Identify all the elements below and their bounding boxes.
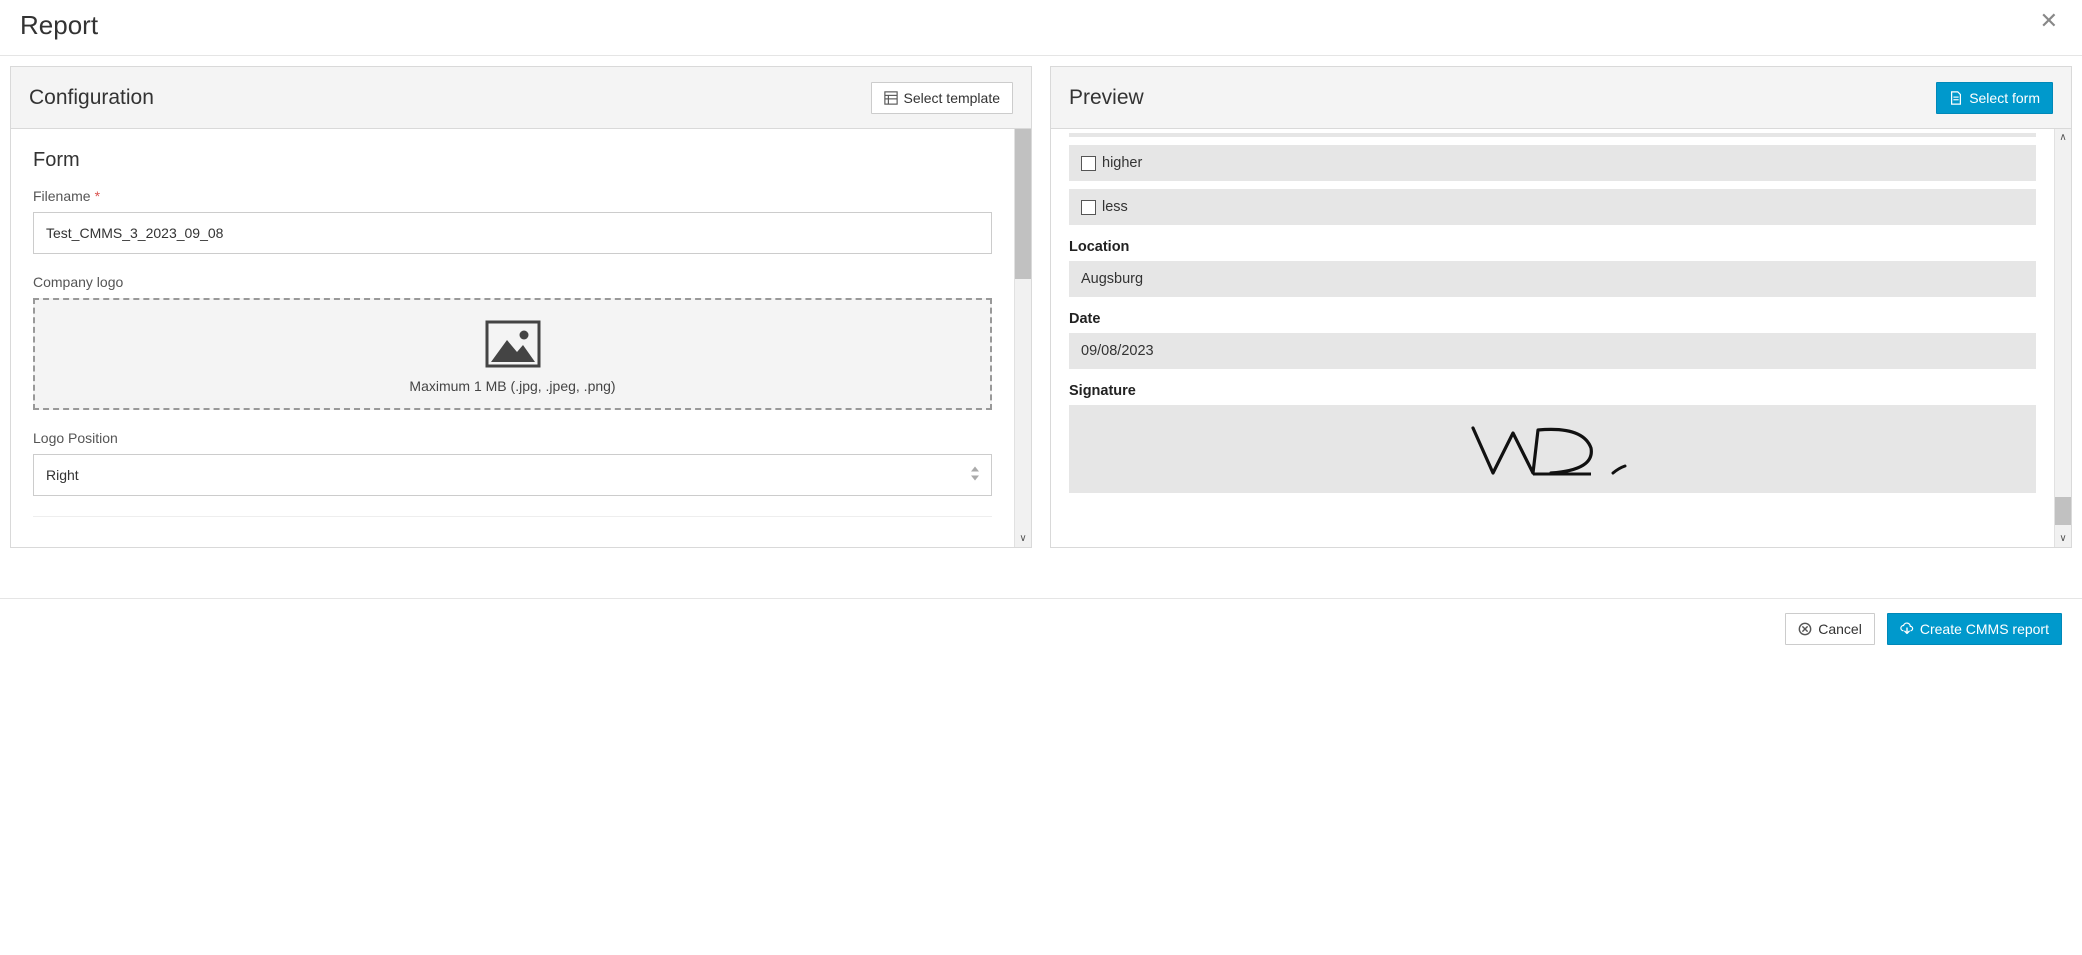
checkbox-row-less[interactable]: less — [1069, 189, 2036, 225]
select-template-button[interactable]: Select template — [871, 82, 1014, 114]
select-form-label: Select form — [1969, 90, 2040, 106]
download-cloud-icon — [1900, 622, 1914, 636]
filename-label: Filename* — [33, 188, 992, 204]
location-label: Location — [1069, 239, 2036, 255]
preview-panel: Preview Select form higher — [1050, 66, 2072, 548]
preview-title: Preview — [1069, 86, 1144, 110]
checkbox-higher-label: higher — [1102, 155, 1142, 171]
image-placeholder-icon — [483, 318, 543, 370]
location-value-row: Augsburg — [1069, 261, 2036, 297]
date-label: Date — [1069, 311, 2036, 327]
logo-position-select[interactable] — [33, 454, 992, 496]
signature-box — [1069, 405, 2036, 493]
signature-label: Signature — [1069, 383, 2036, 399]
modal-footer: Cancel Create CMMS report — [0, 598, 2082, 659]
checkbox-icon[interactable] — [1081, 200, 1096, 215]
modal-body: Configuration Select template Form Filen… — [0, 56, 2082, 558]
template-icon — [884, 91, 898, 105]
company-logo-field: Company logo Maximum 1 MB (.jpg, .jpeg, … — [33, 274, 992, 410]
filename-field: Filename* — [33, 188, 992, 254]
modal-header: Report ✕ — [0, 0, 2082, 56]
scroll-up-icon[interactable]: ∧ — [2055, 129, 2071, 146]
signature-scribble-icon — [1463, 418, 1643, 488]
cancel-label: Cancel — [1818, 621, 1862, 637]
preview-row-cutoff — [1069, 133, 2036, 137]
date-value-row: 09/08/2023 — [1069, 333, 2036, 369]
location-value: Augsburg — [1081, 271, 1143, 287]
dropzone-hint: Maximum 1 MB (.jpg, .jpeg, .png) — [45, 378, 980, 394]
configuration-title: Configuration — [29, 86, 154, 110]
company-logo-label: Company logo — [33, 274, 992, 290]
checkbox-row-higher[interactable]: higher — [1069, 145, 2036, 181]
scrollbar-thumb[interactable] — [2055, 497, 2071, 525]
form-section-title: Form — [33, 149, 992, 172]
date-value: 09/08/2023 — [1081, 343, 1154, 359]
scroll-down-icon[interactable]: ∨ — [1015, 530, 1031, 547]
company-logo-dropzone[interactable]: Maximum 1 MB (.jpg, .jpeg, .png) — [33, 298, 992, 410]
select-template-label: Select template — [904, 90, 1001, 106]
checkbox-icon[interactable] — [1081, 156, 1096, 171]
create-report-button[interactable]: Create CMMS report — [1887, 613, 2062, 645]
configuration-scrollbar[interactable]: ∧ ∨ — [1014, 129, 1031, 547]
modal-title: Report — [20, 10, 98, 41]
create-report-label: Create CMMS report — [1920, 621, 2049, 637]
required-indicator: * — [95, 188, 100, 204]
select-form-button[interactable]: Select form — [1936, 82, 2053, 114]
checkbox-less-label: less — [1102, 199, 1128, 215]
preview-scrollbar[interactable]: ∧ ∨ — [2054, 129, 2071, 547]
cancel-icon — [1798, 622, 1812, 636]
configuration-panel-header: Configuration Select template — [11, 67, 1031, 129]
logo-position-field: Logo Position — [33, 430, 992, 496]
divider — [33, 516, 992, 517]
cancel-button[interactable]: Cancel — [1785, 613, 1875, 645]
form-icon — [1949, 91, 1963, 105]
preview-panel-header: Preview Select form — [1051, 67, 2071, 129]
logo-position-label: Logo Position — [33, 430, 992, 446]
filename-input[interactable] — [33, 212, 992, 254]
configuration-body: Form Filename* Company logo — [11, 129, 1014, 547]
close-icon[interactable]: ✕ — [2036, 10, 2062, 32]
configuration-panel: Configuration Select template Form Filen… — [10, 66, 1032, 548]
preview-body: higher less Location Augsburg Date 09/08… — [1051, 133, 2054, 493]
scrollbar-thumb[interactable] — [1015, 129, 1031, 279]
scroll-down-icon[interactable]: ∨ — [2055, 530, 2071, 547]
